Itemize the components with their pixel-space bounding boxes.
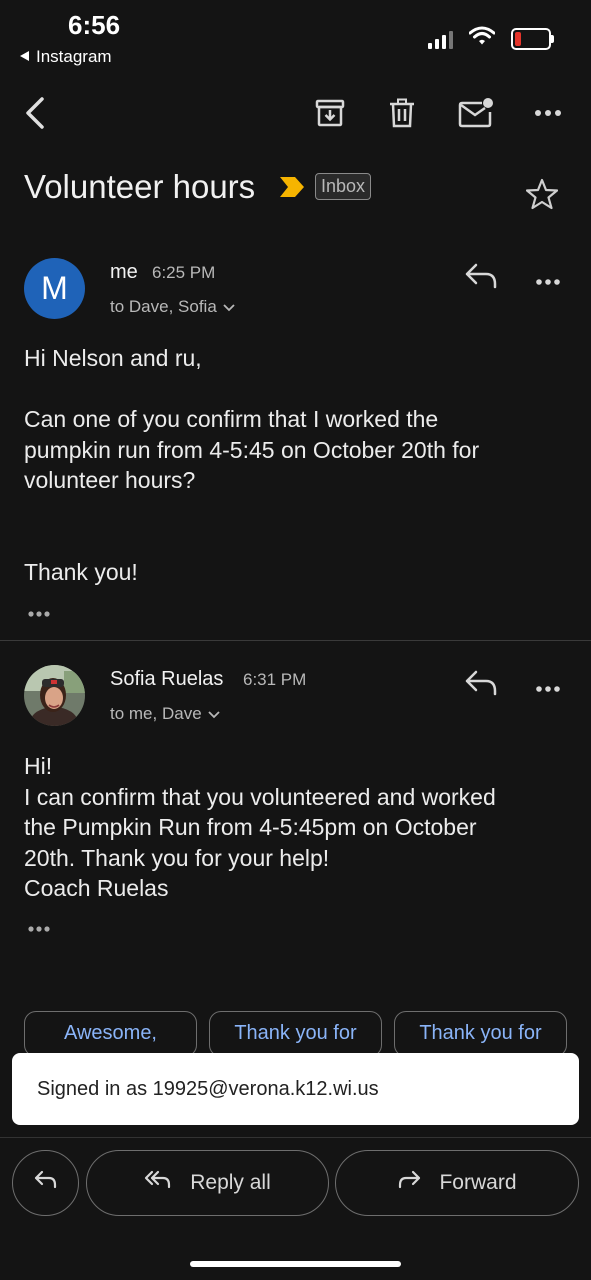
sender-name[interactable]: me xyxy=(110,261,138,284)
reply-all-button[interactable]: Reply all xyxy=(86,1150,329,1216)
reply-icon xyxy=(34,1170,58,1196)
sender-photo-avatar[interactable] xyxy=(24,665,85,726)
reply-button[interactable] xyxy=(12,1150,79,1216)
recipients-label: to me, Dave xyxy=(110,704,202,723)
toast-text: Signed in as 19925@verona.k12.wi.us xyxy=(37,1077,379,1100)
chevron-down-icon xyxy=(208,704,220,724)
smart-reply-chip[interactable]: Thank you for xyxy=(209,1011,382,1057)
recipients-toggle[interactable]: to me, Dave xyxy=(110,704,220,724)
body-line: pumpkin run from 4-5:45 on October 20th … xyxy=(24,436,480,463)
wifi-icon xyxy=(468,26,496,51)
reply-icon[interactable] xyxy=(464,262,498,295)
show-trimmed-content-icon[interactable] xyxy=(27,601,53,624)
message-more-icon[interactable] xyxy=(535,273,561,291)
body-line: 20th. Thank you for your help! xyxy=(24,844,330,871)
inbox-label-badge[interactable]: Inbox xyxy=(315,173,372,200)
star-icon[interactable] xyxy=(525,178,559,215)
back-app-label: Instagram xyxy=(36,47,112,66)
forward-label: Forward xyxy=(439,1171,517,1194)
body-line: Can one of you confirm that I worked the xyxy=(24,406,439,432)
battery-icon xyxy=(511,27,554,50)
body-line: volunteer hours? xyxy=(24,467,196,493)
message-time: 6:25 PM xyxy=(152,263,216,282)
more-options-icon[interactable] xyxy=(528,93,568,133)
sender-name[interactable]: Sofia Ruelas xyxy=(110,668,223,691)
reply-icon[interactable] xyxy=(464,669,498,702)
message-divider xyxy=(0,640,591,641)
reply-all-label: Reply all xyxy=(190,1171,271,1194)
smart-reply-chip[interactable]: Thank you for xyxy=(394,1011,567,1057)
body-line: Hi! xyxy=(24,753,53,779)
sender-avatar[interactable]: M xyxy=(24,258,85,319)
signed-in-toast: Signed in as 19925@verona.k12.wi.us xyxy=(12,1053,579,1125)
trash-icon[interactable] xyxy=(382,93,422,133)
smart-reply-chip[interactable]: Awesome, xyxy=(24,1011,197,1057)
message-time: 6:31 PM xyxy=(243,670,307,689)
mark-unread-icon[interactable] xyxy=(456,93,496,133)
body-line: I can confirm that you volunteered and w… xyxy=(24,783,496,810)
forward-button[interactable]: Forward xyxy=(335,1150,579,1216)
back-triangle-icon xyxy=(18,47,30,67)
important-marker-icon[interactable] xyxy=(278,176,306,203)
back-to-app-link[interactable]: Instagram xyxy=(18,47,112,67)
body-line: Thank you! xyxy=(24,558,138,585)
body-line xyxy=(24,374,479,405)
recipients-label: to Dave, Sofia xyxy=(110,297,217,316)
body-line xyxy=(24,496,479,527)
chevron-down-icon xyxy=(223,297,235,317)
body-line xyxy=(24,526,479,557)
message-more-icon[interactable] xyxy=(535,680,561,698)
reply-all-icon xyxy=(144,1170,172,1196)
body-line: Coach Ruelas xyxy=(24,875,169,901)
bottom-divider xyxy=(0,1137,591,1138)
status-time: 6:56 xyxy=(68,10,121,40)
email-subject: Volunteer hours xyxy=(24,168,256,205)
forward-icon xyxy=(397,1170,421,1196)
status-indicators xyxy=(428,26,554,51)
message-body: Hi! I can confirm that you volunteered a… xyxy=(24,751,496,904)
recipients-toggle[interactable]: to Dave, Sofia xyxy=(110,297,235,317)
archive-icon[interactable] xyxy=(310,93,350,133)
message-body: Hi Nelson and ru, Can one of you confirm… xyxy=(24,343,479,587)
home-indicator[interactable] xyxy=(190,1261,401,1267)
body-line: Hi Nelson and ru, xyxy=(24,345,202,371)
show-trimmed-content-icon[interactable] xyxy=(27,916,53,939)
cellular-signal-icon xyxy=(428,29,453,49)
body-line: the Pumpkin Run from 4-5:45pm on October xyxy=(24,814,477,840)
back-arrow-icon[interactable] xyxy=(14,93,54,133)
